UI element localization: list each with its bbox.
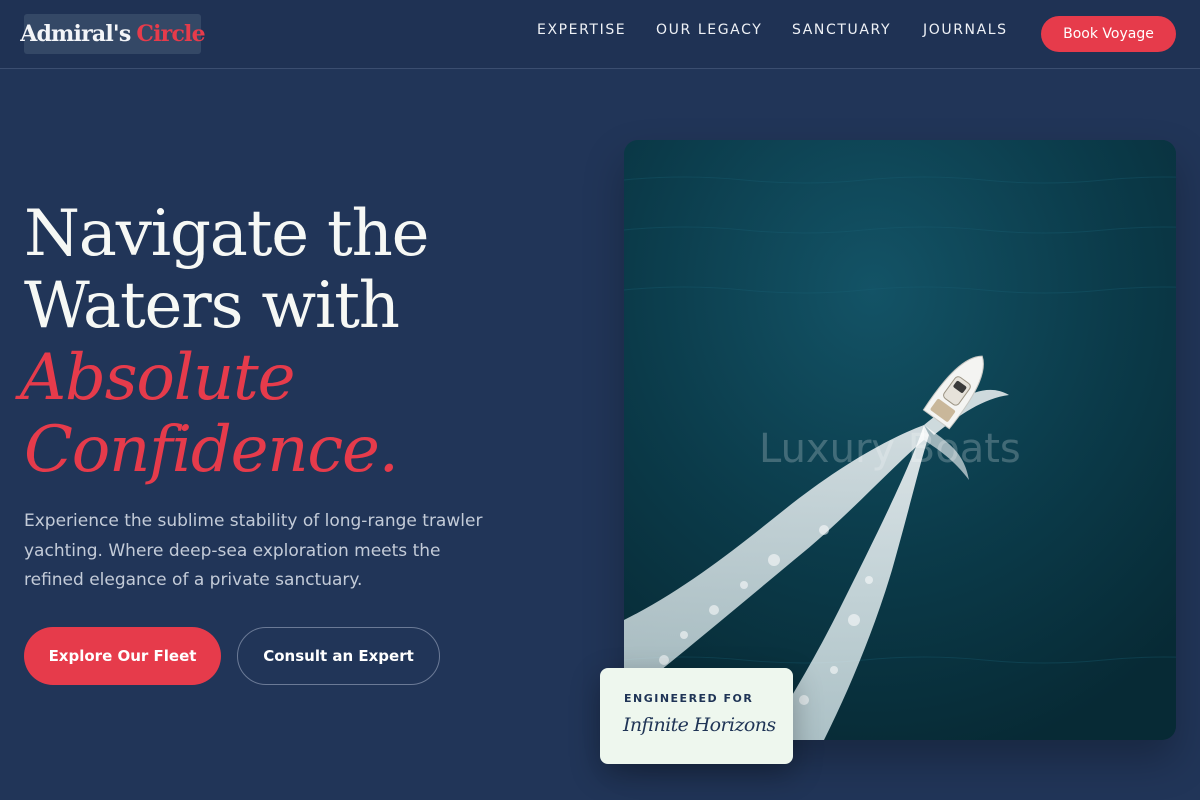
badge-tagline: Infinite Horizons <box>623 714 776 736</box>
site-header: Admiral's Circle EXPERTISE OUR LEGACY SA… <box>0 0 1200 69</box>
hero-heading-accent-1: Absolute <box>20 341 295 415</box>
nav-link-our-legacy[interactable]: OUR LEGACY <box>656 22 762 44</box>
brand-logo[interactable]: Admiral's Circle <box>20 14 206 54</box>
logo-word-accent: Circle <box>136 21 205 47</box>
nav-link-expertise[interactable]: EXPERTISE <box>537 22 626 44</box>
hero-description: Experience the sublime stability of long… <box>24 511 483 590</box>
hero-yacht-photo: Luxury Boats <box>624 140 1176 740</box>
explore-fleet-button[interactable]: Explore Our Fleet <box>24 627 221 685</box>
hero-heading-line-1: Navigate the <box>24 197 429 271</box>
engineered-badge-card: ENGINEERED FOR Infinite Horizons <box>600 668 793 764</box>
nav-link-sanctuary[interactable]: SANCTUARY <box>792 22 891 44</box>
logo-word-primary: Admiral's <box>20 21 131 47</box>
hero-heading-accent-2: Confidence. <box>24 413 399 487</box>
badge-kicker: ENGINEERED FOR <box>624 692 754 705</box>
book-voyage-button[interactable]: Book Voyage <box>1041 16 1176 52</box>
nav-link-journals[interactable]: JOURNALS <box>923 22 1008 44</box>
image-alt-text: Luxury Boats <box>759 426 1021 472</box>
consult-expert-button[interactable]: Consult an Expert <box>237 627 440 685</box>
hero-heading-line-2: Waters with <box>24 269 400 343</box>
